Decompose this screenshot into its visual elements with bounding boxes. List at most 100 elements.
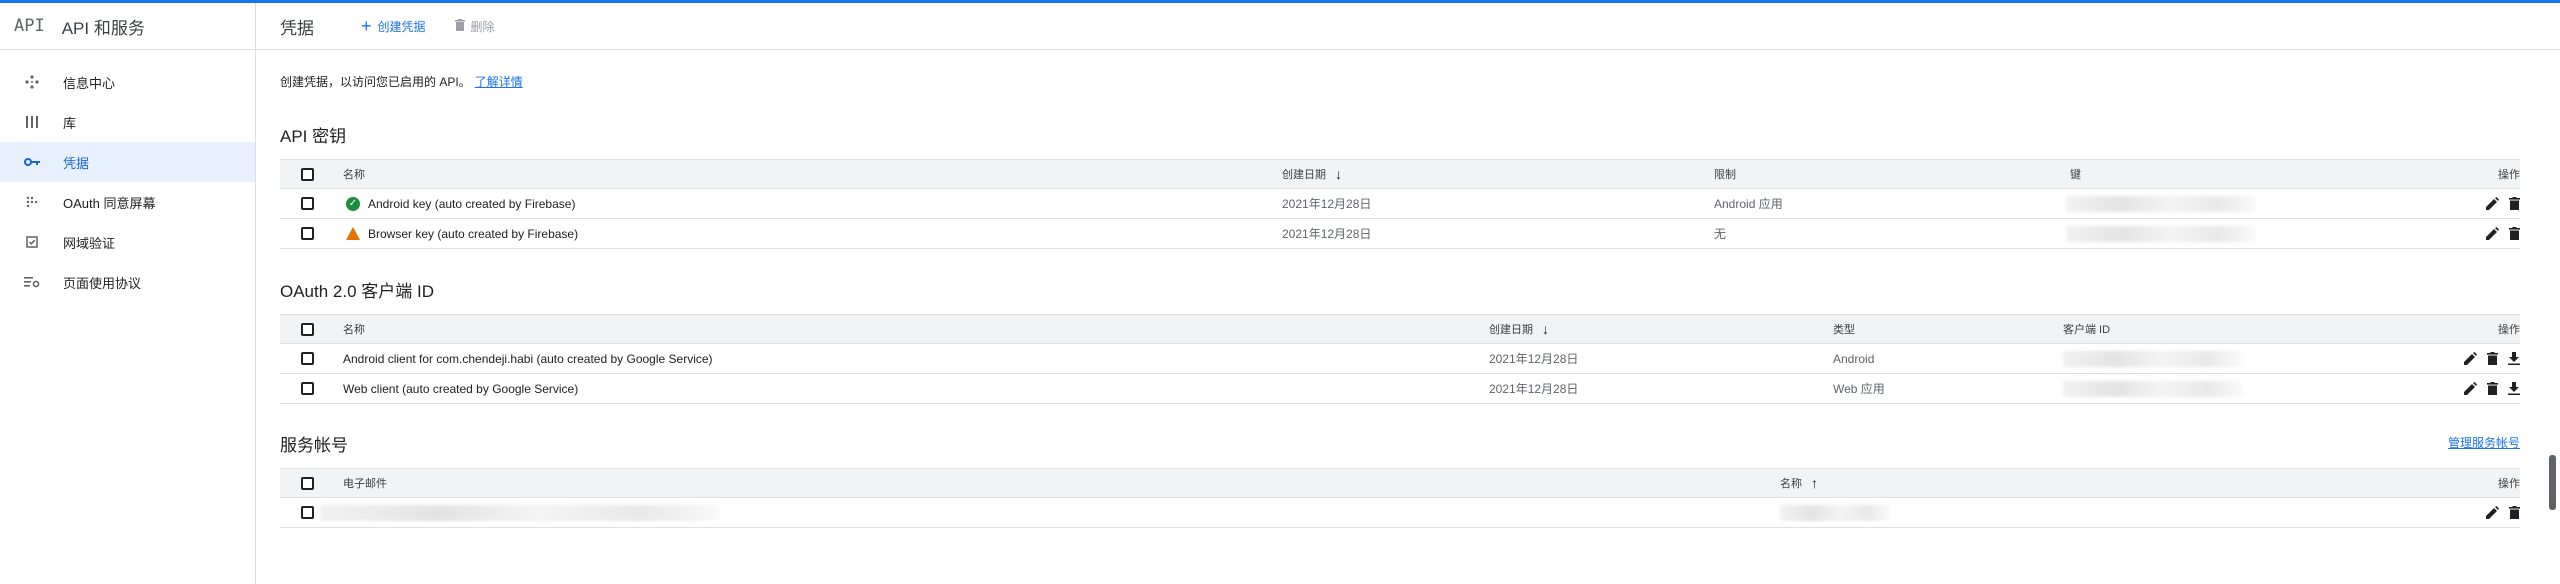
client-name[interactable]: Web client (auto created by Google Servi… [343,374,578,403]
row-checkbox[interactable] [301,197,314,210]
service-accounts-table: 电子邮件 名称 ↑ 操作 [280,468,2520,528]
sidebar-item-credentials[interactable]: 凭据 [0,142,255,182]
column-header-restriction[interactable]: 限制 [1714,160,1736,188]
row-checkbox[interactable] [301,352,314,365]
table-row[interactable]: Browser key (auto created by Firebase) 2… [280,219,2520,249]
manage-service-accounts-link[interactable]: 管理服务帐号 [2448,434,2520,451]
sidebar-item-label: 凭据 [63,155,90,171]
oauth-title: OAuth 2.0 客户端 ID [280,282,434,301]
oauth-table: 名称 创建日期 ↓ 类型 客户端 ID 操作 Android client fo… [280,314,2520,404]
column-header-created[interactable]: 创建日期 ↓ [1282,160,1342,188]
select-all-checkbox[interactable] [301,167,314,181]
table-row[interactable]: Web client (auto created by Google Servi… [280,374,2520,404]
sidebar-item-label: 网域验证 [63,235,116,251]
sidebar-item-label: OAuth 同意屏幕 [63,195,156,211]
api-logo: API [14,16,45,36]
sidebar-title[interactable]: API 和服务 [62,14,145,39]
column-header-name[interactable]: 名称 [343,315,365,343]
key-name[interactable]: Android key (auto created by Firebase) [368,197,575,211]
vertical-scrollbar[interactable] [2549,455,2556,510]
row-checkbox[interactable] [301,506,314,519]
edit-icon[interactable] [2464,382,2477,395]
page-title: 凭据 [280,18,314,38]
column-header-label: 创建日期 [1489,324,1533,336]
client-name[interactable]: Android client for com.chendeji.habi (au… [343,344,713,373]
delete-label: 删除 [470,19,495,34]
delete-icon[interactable] [2509,506,2520,519]
sidebar-brand: API API 和服务 [0,3,255,50]
edit-icon[interactable] [2486,227,2499,240]
diamond-dots-icon [22,75,42,89]
arrow-up-icon: ↑ [1811,475,1818,491]
delete-button[interactable]: 删除 [454,18,495,35]
table-row[interactable]: Android client for com.chendeji.habi (au… [280,344,2520,374]
redacted-email [320,504,720,521]
created-date: 2021年12月28日 [1282,227,1372,241]
arrow-down-icon: ↓ [1542,321,1549,337]
dots-grid-icon [22,196,42,208]
sidebar-item-domain-verification[interactable]: 网域验证 [0,222,255,262]
arrow-down-icon: ↓ [1335,166,1342,182]
settings-list-icon [22,276,42,288]
redacted-key [2066,225,2256,242]
redacted-client-id [2063,350,2243,367]
edit-icon[interactable] [2464,352,2477,365]
column-header-actions: 操作 [2498,478,2520,490]
edit-icon[interactable] [2486,197,2499,210]
service-accounts-title: 服务帐号 [280,436,348,455]
page-header: 凭据 + 创建凭据 删除 [256,3,2560,50]
sidebar-item-label: 页面使用协议 [63,275,142,291]
delete-icon[interactable] [2509,227,2520,240]
table-header: 名称 创建日期 ↓ 类型 客户端 ID 操作 [280,314,2520,344]
column-header-client-id: 客户端 ID [2063,324,2111,336]
select-all-checkbox[interactable] [301,476,314,490]
column-header-email[interactable]: 电子邮件 [343,469,387,497]
table-row[interactable]: ✓ Android key (auto created by Firebase)… [280,189,2520,219]
created-date: 2021年12月28日 [1489,382,1579,396]
row-checkbox[interactable] [301,227,314,240]
select-all-checkbox[interactable] [301,322,314,336]
library-grid-icon [22,116,42,128]
row-actions [2486,219,2520,248]
sidebar: API API 和服务 信息中心 库 凭据 OAuth 同意屏幕 网域验证 页面… [0,3,256,584]
table-header: 电子邮件 名称 ↑ 操作 [280,468,2520,498]
delete-icon[interactable] [2487,382,2498,395]
sidebar-item-library[interactable]: 库 [0,102,255,142]
column-header-type[interactable]: 类型 [1833,315,1855,343]
column-header-created[interactable]: 创建日期 ↓ [1489,315,1549,343]
sidebar-nav: 信息中心 库 凭据 OAuth 同意屏幕 网域验证 页面使用协议 [0,62,255,302]
create-credentials-button[interactable]: + 创建凭据 [361,17,426,35]
warning-icon [346,227,360,240]
delete-icon[interactable] [2487,352,2498,365]
redacted-key [2066,195,2256,212]
learn-more-link[interactable]: 了解详情 [475,75,523,89]
row-checkbox[interactable] [301,382,314,395]
download-icon[interactable] [2508,352,2520,365]
column-header-name[interactable]: 名称 ↑ [1780,469,1818,497]
sidebar-item-page-usage[interactable]: 页面使用协议 [0,262,255,302]
row-actions [2464,374,2520,403]
check-circle-icon: ✓ [346,196,360,211]
created-date: 2021年12月28日 [1282,197,1372,211]
create-credentials-label: 创建凭据 [377,19,426,34]
sidebar-item-dashboard[interactable]: 信息中心 [0,62,255,102]
column-header-actions: 操作 [2498,324,2520,336]
edit-icon[interactable] [2486,506,2499,519]
column-header-actions: 操作 [2498,169,2520,181]
row-actions [2464,344,2520,373]
table-header: 名称 创建日期 ↓ 限制 键 操作 [280,159,2520,189]
column-header-label: 名称 [1780,478,1802,490]
plus-icon: + [361,16,372,36]
sidebar-item-oauth-consent[interactable]: OAuth 同意屏幕 [0,182,255,222]
delete-icon[interactable] [2509,197,2520,210]
key-name[interactable]: Browser key (auto created by Firebase) [368,227,578,241]
row-actions [2486,498,2520,527]
sidebar-item-label: 信息中心 [63,75,116,91]
client-type: Android [1833,351,1875,366]
intro-text: 创建凭据，以访问您已启用的 API。 了解详情 [280,73,523,90]
column-header-name[interactable]: 名称 [343,160,365,188]
client-type: Web 应用 [1833,382,1885,396]
key-icon [22,157,42,167]
table-row[interactable] [280,498,2520,528]
download-icon[interactable] [2508,382,2520,395]
